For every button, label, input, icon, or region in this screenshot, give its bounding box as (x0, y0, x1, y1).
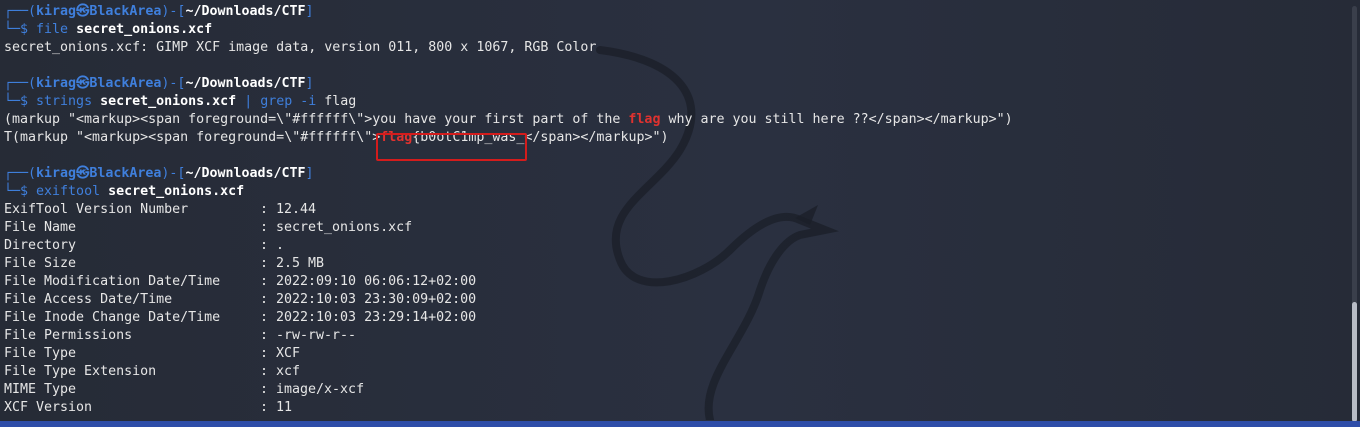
scrollbar-thumb[interactable] (1352, 302, 1357, 422)
prompt-close: ] (305, 4, 314, 19)
prompt-separator: )-[ (161, 166, 186, 181)
exif-key: Directory (4, 238, 77, 253)
command-line[interactable]: └─$ file secret_onions.xcf (4, 21, 1340, 39)
command-line[interactable]: └─$ exiftool secret_onions.xcf (4, 183, 1340, 201)
exif-key: MIME Type (4, 382, 77, 397)
output-text: (markup "<markup><span foreground=\"#fff… (4, 112, 629, 127)
prompt-corner: └─ (4, 22, 21, 37)
command-name: file (36, 22, 69, 37)
taskbar-strip (0, 421, 1360, 427)
exif-value: : . (260, 238, 285, 253)
exif-value: : 12.44 (260, 202, 317, 217)
exif-row: File Access Date/Time : 2022:10:03 23:30:… (4, 291, 1340, 309)
prompt-close: ] (305, 166, 314, 181)
exif-value: : 2.5 MB (260, 256, 325, 271)
exif-key: File Modification Date/Time (4, 274, 221, 289)
exif-row: File Permissions : -rw-rw-r-- (4, 327, 1340, 345)
flag-match-text: flag (628, 112, 661, 127)
output-line: secret_onions.xcf: GIMP XCF image data, … (4, 39, 1340, 57)
prompt-prefix: ┌──( (4, 166, 37, 181)
prompt-dollar: $ (20, 94, 37, 109)
prompt-separator: )-[ (161, 76, 186, 91)
terminal-window[interactable]: ┌──(kirag㉿BlackArea)-[~/Downloads/CTF] └─… (0, 0, 1360, 427)
command-arg: secret_onions.xcf (100, 184, 245, 199)
prompt-prefix: ┌──( (4, 76, 37, 91)
exif-key: XCF Version (4, 400, 93, 415)
prompt-host: BlackArea (89, 76, 162, 91)
output-text: {b0otC1mp_was_< (412, 130, 533, 145)
exif-row: File Type : XCF (4, 345, 1340, 363)
exif-key: File Type (4, 346, 77, 361)
exif-value: : -rw-rw-r-- (260, 328, 357, 343)
output-line: (markup "<markup><span foreground=\"#fff… (4, 111, 1340, 129)
prompt-prefix: ┌──( (4, 4, 37, 19)
prompt-path: ~/Downloads/CTF (185, 4, 306, 19)
output-line: T(markup "<markup><span foreground=\"#ff… (4, 129, 1340, 147)
exif-row: File Name : secret_onions.xcf (4, 219, 1340, 237)
prompt-at-symbol: ㉿ (76, 166, 90, 181)
exif-key: File Permissions (4, 328, 133, 343)
exif-key: File Access Date/Time (4, 292, 173, 307)
exif-value: : XCF (260, 346, 301, 361)
prompt-header: ┌──(kirag㉿BlackArea)-[~/Downloads/CTF] (4, 165, 1340, 183)
prompt-header: ┌──(kirag㉿BlackArea)-[~/Downloads/CTF] (4, 75, 1340, 93)
prompt-dollar: $ (20, 184, 37, 199)
output-text: /span></markup>") (532, 130, 669, 145)
exif-key: File Inode Change Date/Time (4, 310, 221, 325)
prompt-user: kirag (36, 76, 77, 91)
exif-value: : 11 (260, 400, 293, 415)
prompt-path: ~/Downloads/CTF (185, 166, 306, 181)
terminal-output[interactable]: ┌──(kirag㉿BlackArea)-[~/Downloads/CTF] └─… (4, 3, 1340, 417)
prompt-corner: └─ (4, 94, 21, 109)
prompt-corner: └─ (4, 184, 21, 199)
prompt-host: BlackArea (89, 166, 162, 181)
prompt-user: kirag (36, 4, 77, 19)
prompt-separator: )-[ (161, 4, 186, 19)
scrollbar-track[interactable] (1352, 6, 1357, 422)
exif-value: : xcf (260, 364, 301, 379)
prompt-at-symbol: ㉿ (76, 4, 90, 19)
output-text: secret_onions.xcf: GIMP XCF image data, … (4, 40, 597, 55)
exif-value: : 2022:10:03 23:29:14+02:00 (260, 310, 477, 325)
exif-key: File Type Extension (4, 364, 157, 379)
command-name: exiftool (36, 184, 101, 199)
exif-row: XCF Version : 11 (4, 399, 1340, 417)
exif-row: ExifTool Version Number : 12.44 (4, 201, 1340, 219)
prompt-user: kirag (36, 166, 77, 181)
prompt-path: ~/Downloads/CTF (185, 76, 306, 91)
output-text: T(markup "<markup><span foreground=\"#ff… (4, 130, 381, 145)
prompt-close: ] (305, 76, 314, 91)
command-arg: secret_onions.xcf (68, 22, 213, 37)
command-arg: | (236, 94, 253, 109)
command-arg: secret_onions.xcf (92, 94, 237, 109)
exif-value: : image/x-xcf (260, 382, 365, 397)
command-name: strings (36, 94, 93, 109)
exif-row: MIME Type : image/x-xcf (4, 381, 1340, 399)
exif-key: File Name (4, 220, 77, 235)
exif-value: : 2022:09:10 06:06:12+02:00 (260, 274, 477, 289)
exif-key: ExifTool Version Number (4, 202, 189, 217)
command-line[interactable]: └─$ strings secret_onions.xcf | grep -i … (4, 93, 1340, 111)
command-arg: -i (292, 94, 317, 109)
prompt-at-symbol: ㉿ (76, 76, 90, 91)
exif-value: : secret_onions.xcf (260, 220, 413, 235)
exif-value: : 2022:10:03 23:30:09+02:00 (260, 292, 477, 307)
exif-row: File Modification Date/Time : 2022:09:10 … (4, 273, 1340, 291)
exif-row: File Type Extension : xcf (4, 363, 1340, 381)
command-arg: grep (252, 94, 293, 109)
prompt-header: ┌──(kirag㉿BlackArea)-[~/Downloads/CTF] (4, 3, 1340, 21)
exif-row: File Size : 2.5 MB (4, 255, 1340, 273)
exif-row: Directory : . (4, 237, 1340, 255)
command-arg: flag (316, 94, 357, 109)
prompt-dollar: $ (20, 22, 37, 37)
output-text: why are you still here ??</span></markup… (660, 112, 1013, 127)
exif-row: File Inode Change Date/Time : 2022:10:03 … (4, 309, 1340, 327)
prompt-host: BlackArea (89, 4, 162, 19)
flag-match-text: flag (380, 130, 413, 145)
exif-key: File Size (4, 256, 77, 271)
